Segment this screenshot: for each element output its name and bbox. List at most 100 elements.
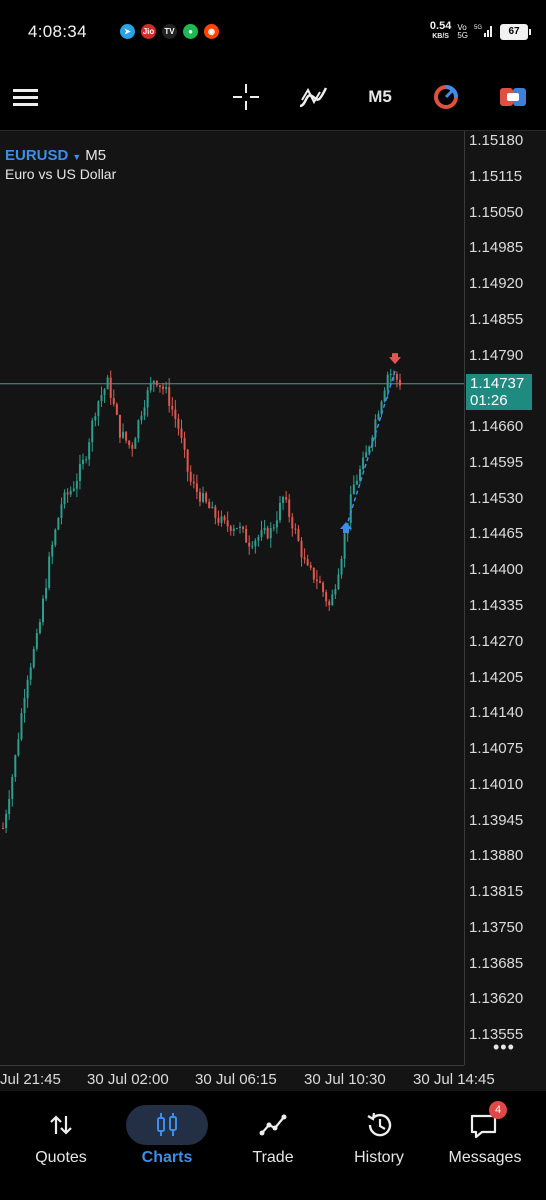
price-tick-label: 1.13750 — [469, 918, 524, 936]
candle — [278, 495, 281, 524]
symbol-caret-icon[interactable]: ▼ — [72, 152, 81, 162]
candle — [140, 410, 143, 425]
candle — [257, 534, 260, 547]
candle — [51, 540, 54, 565]
candle — [245, 525, 248, 543]
price-tick-label: 1.14985 — [469, 239, 524, 257]
candle — [45, 578, 48, 602]
more-options-icon[interactable]: ••• — [493, 1037, 515, 1058]
candle — [322, 581, 325, 597]
candle — [118, 414, 121, 443]
candle — [57, 517, 60, 531]
candle — [395, 371, 398, 388]
candle — [328, 599, 331, 611]
candle — [63, 489, 66, 509]
candle — [72, 481, 75, 493]
signal-icon: 5G — [474, 24, 494, 40]
candle — [149, 376, 152, 393]
candle — [205, 491, 208, 504]
chart-area[interactable]: EURUSD ▼ M5 Euro vs US Dollar 1.15180 1.151… — [0, 131, 546, 1091]
chart-toolbar: M5 — [0, 64, 546, 131]
candle — [306, 554, 309, 567]
candle — [143, 400, 146, 421]
time-tick-label: 30 Jul 06:15 — [195, 1071, 277, 1088]
price-tick-label: 1.14205 — [469, 668, 524, 686]
menu-button[interactable] — [10, 64, 42, 130]
price-tick-label: 1.14075 — [469, 740, 524, 758]
candle — [272, 523, 275, 532]
candle — [112, 389, 115, 407]
candle — [223, 514, 226, 524]
candle — [26, 675, 29, 708]
crosshair-button[interactable] — [230, 64, 262, 130]
price-tick-label: 1.14465 — [469, 525, 524, 543]
battery-icon: 67 — [500, 23, 531, 40]
candle — [365, 445, 368, 458]
candle — [202, 486, 205, 504]
candle — [377, 410, 380, 421]
candle — [152, 380, 155, 392]
price-tick-label: 1.14530 — [469, 489, 524, 507]
candle — [186, 448, 189, 482]
candle — [183, 431, 186, 458]
nav-messages[interactable]: 4 Messages — [435, 1101, 535, 1167]
candle — [208, 498, 211, 509]
candle — [352, 475, 355, 495]
candle — [125, 431, 128, 444]
candle — [155, 380, 158, 388]
candle — [399, 373, 401, 390]
price-tick-label: 1.15115 — [469, 167, 523, 185]
candle — [334, 584, 337, 599]
nav-trade[interactable]: Trade — [223, 1105, 323, 1167]
messages-icon: 4 — [465, 1101, 507, 1145]
candle — [103, 387, 106, 404]
jio-icon: Jio — [141, 24, 156, 39]
nav-quotes[interactable]: Quotes — [11, 1105, 111, 1167]
candle — [294, 523, 297, 535]
symbol-description: Euro vs US Dollar — [5, 166, 117, 182]
candle — [20, 708, 23, 742]
candle — [355, 474, 358, 486]
nav-history[interactable]: History — [329, 1105, 429, 1167]
candle — [8, 790, 11, 820]
indicators-button[interactable] — [296, 64, 330, 130]
hamburger-icon — [13, 89, 38, 106]
candle — [325, 589, 328, 607]
candle — [254, 538, 257, 554]
candle — [54, 528, 57, 548]
candle — [158, 385, 161, 393]
price-tick-label: 1.13880 — [469, 847, 524, 865]
candle — [82, 453, 85, 470]
candle — [331, 589, 334, 607]
price-tick-label: 1.14595 — [469, 453, 524, 471]
candle — [260, 520, 263, 541]
trade-button[interactable] — [498, 64, 528, 130]
volte-icon: Vo 5G — [457, 22, 468, 40]
candle — [11, 774, 14, 807]
candle — [312, 567, 315, 584]
candle — [66, 488, 69, 503]
sell-arrow-icon — [389, 353, 401, 365]
candle — [291, 512, 294, 537]
time-tick-label: 30 Jul 14:45 — [413, 1071, 495, 1088]
candle — [88, 438, 91, 467]
symbol-name[interactable]: EURUSD — [5, 147, 68, 164]
current-price: 1.14737 — [470, 375, 525, 392]
candle — [60, 497, 63, 525]
one-click-trading-button[interactable] — [430, 64, 462, 130]
candle — [2, 822, 4, 830]
candle — [35, 628, 38, 652]
price-tick-label: 1.14855 — [469, 310, 524, 328]
symbol-header[interactable]: EURUSD ▼ M5 — [5, 147, 106, 164]
candle — [282, 495, 285, 510]
candle — [134, 436, 137, 449]
timeframe-button[interactable]: M5 — [362, 64, 398, 130]
nav-charts[interactable]: Charts — [117, 1105, 217, 1167]
one-click-icon — [434, 85, 458, 109]
candle — [180, 419, 183, 444]
candle — [235, 527, 238, 530]
messages-badge: 4 — [489, 1101, 507, 1119]
time-tick-label: 30 Jul 02:00 — [87, 1071, 169, 1088]
candle — [226, 511, 229, 532]
candle — [174, 399, 177, 428]
